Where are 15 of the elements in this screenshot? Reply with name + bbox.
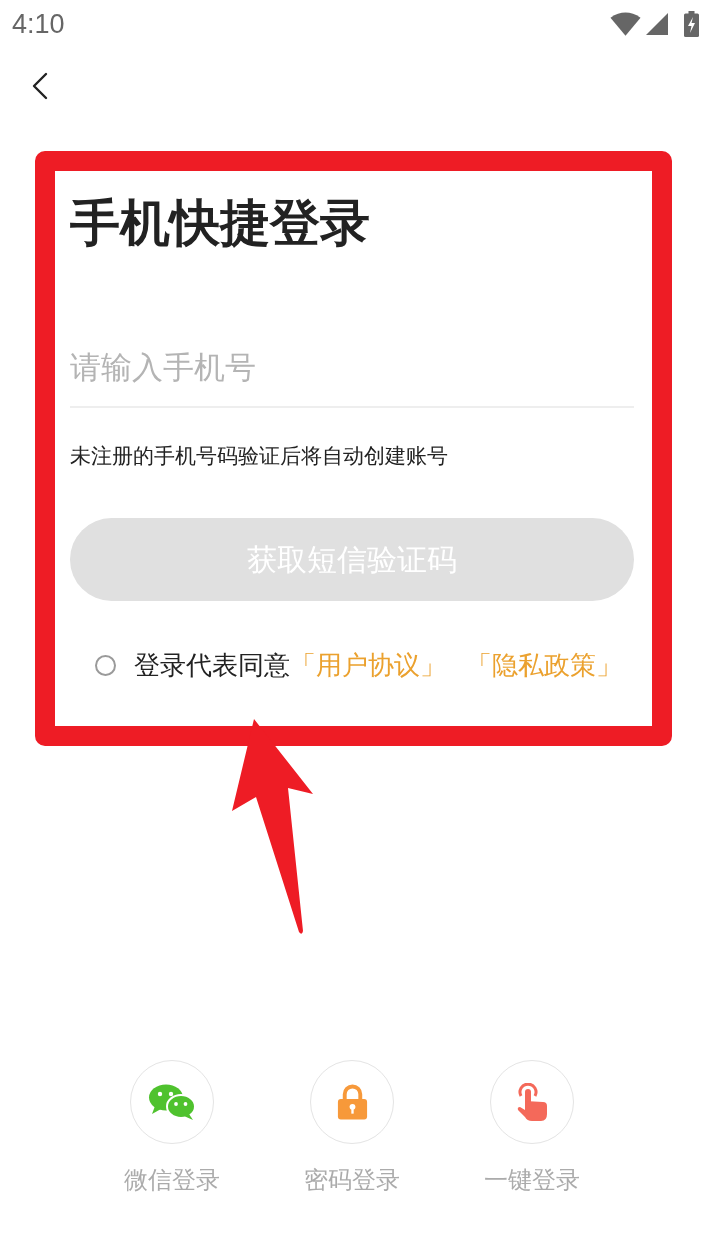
login-option-button[interactable]: 一键登录	[442, 1060, 622, 1197]
page-title: 手机快捷登录	[70, 193, 371, 253]
wifi-icon	[610, 12, 641, 36]
login-option-button[interactable]: 密码登录	[262, 1060, 442, 1197]
status-time: 4:10	[12, 10, 65, 38]
battery-charging-icon	[684, 11, 699, 37]
policy-link[interactable]: 「隐私政策」	[466, 645, 622, 685]
signal-icon	[646, 13, 668, 35]
agree-radio[interactable]	[95, 654, 116, 676]
chevron-left-icon	[32, 72, 48, 100]
phone-input-field[interactable]: 请输入手机号	[70, 328, 634, 408]
login-option-button[interactable]: 微信登录	[82, 1060, 262, 1197]
agreement-text: 登录代表同意	[134, 648, 290, 682]
policy-link[interactable]: 「用户协议」	[290, 645, 446, 685]
hint-text: 未注册的手机号码验证后将自动创建账号	[70, 443, 449, 470]
